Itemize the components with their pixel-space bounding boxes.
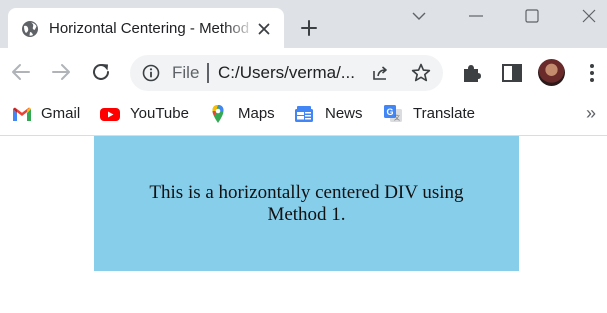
globe-icon xyxy=(22,21,38,37)
browser-toolbar: File C:/Users/verma/... xyxy=(0,48,607,95)
new-tab-plus-icon[interactable] xyxy=(298,17,320,39)
translate-icon: G 文 xyxy=(384,105,402,122)
site-info-icon[interactable] xyxy=(142,64,160,82)
bookmark-label: Gmail xyxy=(41,105,81,122)
back-arrow-icon[interactable] xyxy=(9,60,33,84)
bookmark-news[interactable]: News xyxy=(294,95,366,131)
youtube-icon xyxy=(100,108,120,121)
scheme-label: File xyxy=(172,63,200,82)
forward-arrow-icon[interactable] xyxy=(49,60,73,84)
bookmark-maps[interactable]: Maps xyxy=(208,95,278,131)
svg-text:文: 文 xyxy=(394,114,400,122)
centered-div: This is a horizontally centered DIV usin… xyxy=(94,136,519,271)
more-menu-icon[interactable] xyxy=(580,61,604,85)
share-icon[interactable] xyxy=(370,62,392,84)
bookmark-label: News xyxy=(325,105,363,122)
tab-strip: Horizontal Centering - Method 1 xyxy=(0,0,607,48)
url-text[interactable]: C:/Users/verma/... xyxy=(218,62,363,84)
address-bar[interactable]: File C:/Users/verma/... xyxy=(130,55,443,91)
active-tab[interactable]: Horizontal Centering - Method 1 xyxy=(8,8,284,48)
bookmark-star-icon[interactable] xyxy=(410,62,432,84)
bookmark-label: YouTube xyxy=(130,105,189,122)
bookmarks-overflow-chevron-icon[interactable]: » xyxy=(583,103,599,123)
bookmark-translate[interactable]: G 文 Translate xyxy=(383,95,475,131)
profile-avatar[interactable] xyxy=(538,59,565,86)
page-viewport: This is a horizontally centered DIV usin… xyxy=(0,136,607,313)
address-divider xyxy=(207,63,209,83)
reload-icon[interactable] xyxy=(89,60,113,84)
bookmark-label: Maps xyxy=(238,105,275,122)
centered-div-text: This is a horizontally centered DIV usin… xyxy=(149,181,464,225)
side-panel-icon[interactable] xyxy=(500,61,524,85)
close-tab-icon[interactable] xyxy=(256,21,272,37)
bookmark-label: Translate xyxy=(413,105,475,122)
maximize-icon[interactable] xyxy=(521,5,543,27)
bookmark-youtube[interactable]: YouTube xyxy=(100,95,192,131)
bookmark-gmail[interactable]: Gmail xyxy=(12,95,84,131)
close-window-icon[interactable] xyxy=(578,5,600,27)
bookmarks-bar: Gmail YouTube Maps News G 文 Translate » xyxy=(0,95,607,136)
minimize-icon[interactable] xyxy=(465,5,487,27)
svg-text:G: G xyxy=(386,107,393,117)
tab-title: Horizontal Centering - Method 1 xyxy=(49,20,255,37)
extensions-puzzle-icon[interactable] xyxy=(460,61,484,85)
maps-icon xyxy=(212,105,224,123)
news-icon xyxy=(295,106,313,122)
tab-search-chevron-icon[interactable] xyxy=(408,5,430,27)
gmail-icon xyxy=(13,107,31,121)
